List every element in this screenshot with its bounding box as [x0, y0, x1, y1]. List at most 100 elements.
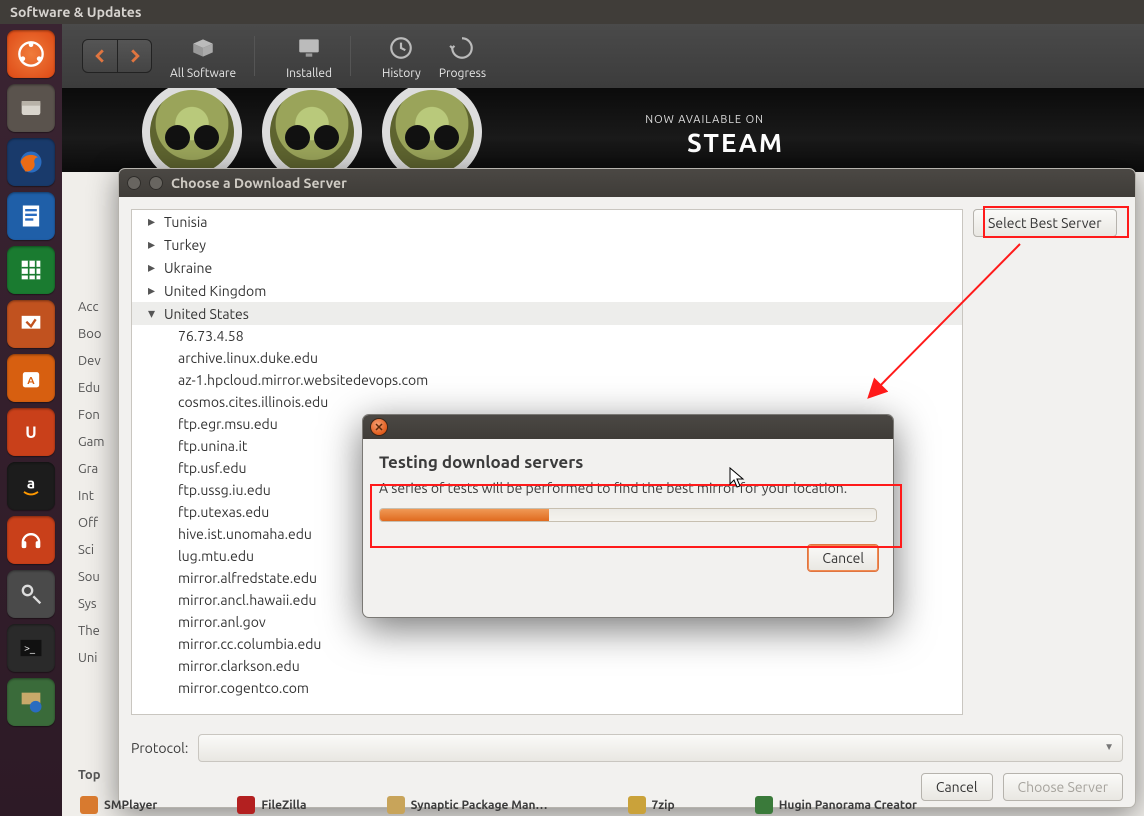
- category-peek: The: [78, 624, 118, 643]
- server-label: 76.73.4.58: [178, 328, 244, 344]
- terminal-icon[interactable]: >_: [7, 624, 55, 672]
- impress-icon[interactable]: [7, 300, 55, 348]
- ubuntu-logo-icon: [17, 40, 45, 68]
- back-button[interactable]: [83, 40, 117, 72]
- server-node[interactable]: mirror.cogentco.com: [132, 677, 962, 699]
- menubar: Software & Updates: [0, 0, 1144, 24]
- button-label: Cancel: [822, 550, 864, 566]
- top-rated-header: Top: [78, 768, 118, 787]
- calc-icon[interactable]: [7, 246, 55, 294]
- kerbal-avatar: [142, 88, 242, 172]
- app-icon: [755, 796, 773, 814]
- monitor-icon: [296, 35, 322, 61]
- server-label: mirror.alfredstate.edu: [178, 570, 317, 586]
- chevron-right-icon: ▸: [148, 213, 158, 230]
- category-peek: Gam: [78, 435, 118, 454]
- close-button[interactable]: [371, 419, 387, 435]
- svg-text:U: U: [25, 424, 36, 442]
- server-label: mirror.cc.columbia.edu: [178, 636, 321, 652]
- nav-group: [82, 39, 152, 73]
- ubuntu-one-icon[interactable]: U: [7, 408, 55, 456]
- app-icon: [628, 796, 646, 814]
- divider: [350, 36, 364, 76]
- dash-icon[interactable]: [7, 30, 55, 78]
- server-node[interactable]: mirror.cc.columbia.edu: [132, 633, 962, 655]
- presentation-icon: [17, 310, 45, 338]
- u-icon: U: [17, 418, 45, 446]
- forward-button[interactable]: [117, 40, 151, 72]
- category-peek: Off: [78, 516, 118, 535]
- country-node[interactable]: ▸United Kingdom: [132, 279, 962, 302]
- server-node[interactable]: 76.73.4.58: [132, 325, 962, 347]
- country-node[interactable]: ▸Turkey: [132, 233, 962, 256]
- banner-overline: NOW AVAILABLE ON: [645, 114, 764, 126]
- button-label: Select Best Server: [988, 215, 1102, 231]
- globe-flame-icon: [17, 148, 45, 176]
- tab-progress[interactable]: Progress: [439, 33, 486, 80]
- tab-history[interactable]: History: [382, 33, 421, 80]
- tab-label: Installed: [286, 67, 332, 80]
- select-best-server-button[interactable]: Select Best Server: [973, 209, 1117, 237]
- category-peek: Edu: [78, 381, 118, 400]
- category-peek: Uni: [78, 651, 118, 670]
- server-label: az-1.hpcloud.mirror.websitedevops.com: [178, 372, 428, 388]
- software-center-icon[interactable]: A: [7, 354, 55, 402]
- progress-bar: [379, 508, 877, 522]
- server-label: ftp.ussg.iu.edu: [178, 482, 271, 498]
- category-peek: Sou: [78, 570, 118, 589]
- chevron-left-icon: [93, 49, 107, 63]
- testing-servers-dialog: Testing download servers A series of tes…: [362, 414, 894, 618]
- app-icon: [80, 796, 98, 814]
- files-icon[interactable]: [7, 84, 55, 132]
- task-hugin[interactable]: Hugin Panorama Creator: [755, 796, 917, 814]
- box-open-icon: [190, 35, 216, 61]
- tab-installed[interactable]: Installed: [286, 33, 332, 80]
- music-icon[interactable]: [7, 516, 55, 564]
- country-node[interactable]: ▸Tunisia: [132, 210, 962, 233]
- task-synaptic[interactable]: Synaptic Package Man…: [387, 796, 548, 814]
- server-label: mirror.anl.gov: [178, 614, 266, 630]
- banner-brand: STEAM: [687, 128, 784, 157]
- country-node[interactable]: ▸Ukraine: [132, 256, 962, 279]
- dialog-titlebar: Choose a Download Server: [119, 169, 1135, 197]
- category-peek: Sys: [78, 597, 118, 616]
- settings-icon[interactable]: [7, 570, 55, 618]
- bag-a-icon: A: [17, 364, 45, 392]
- gear-wrench-icon: [17, 580, 45, 608]
- cancel-button[interactable]: Cancel: [807, 544, 879, 572]
- progress-fill: [380, 509, 549, 521]
- firefox-icon[interactable]: [7, 138, 55, 186]
- server-label: ftp.egr.msu.edu: [178, 416, 278, 432]
- server-node[interactable]: az-1.hpcloud.mirror.websitedevops.com: [132, 369, 962, 391]
- task-label: FileZilla: [261, 799, 306, 812]
- app-globe-icon[interactable]: [7, 678, 55, 726]
- category-peek: Boo: [78, 327, 118, 346]
- server-label: mirror.clarkson.edu: [178, 658, 300, 674]
- server-label: archive.linux.duke.edu: [178, 350, 318, 366]
- server-label: ftp.unina.it: [178, 438, 247, 454]
- country-node-us[interactable]: ▾United States: [132, 302, 962, 325]
- window-min-dot[interactable]: [149, 176, 163, 190]
- server-node[interactable]: cosmos.cites.illinois.edu: [132, 391, 962, 413]
- amazon-icon[interactable]: a: [7, 462, 55, 510]
- prompt-icon: >_: [17, 634, 45, 662]
- writer-icon[interactable]: [7, 192, 55, 240]
- tab-label: All Software: [170, 67, 236, 80]
- tab-label: Progress: [439, 67, 486, 80]
- task-smplayer[interactable]: SMPlayer: [80, 796, 157, 814]
- task-7zip[interactable]: 7zip: [628, 796, 675, 814]
- server-node[interactable]: mirror.clarkson.edu: [132, 655, 962, 677]
- clock-icon: [388, 35, 414, 61]
- chevron-down-icon: ▼: [1104, 741, 1114, 753]
- server-label: cosmos.cites.illinois.edu: [178, 394, 328, 410]
- task-label: Synaptic Package Man…: [411, 799, 548, 812]
- tab-all-software[interactable]: All Software: [170, 33, 236, 80]
- package-globe-icon: [17, 688, 45, 716]
- document-icon: [17, 202, 45, 230]
- button-label: Cancel: [936, 779, 978, 795]
- protocol-label: Protocol:: [131, 740, 188, 756]
- server-node[interactable]: archive.linux.duke.edu: [132, 347, 962, 369]
- task-filezilla[interactable]: FileZilla: [237, 796, 306, 814]
- protocol-select[interactable]: ▼: [198, 734, 1123, 762]
- window-close-dot[interactable]: [127, 176, 141, 190]
